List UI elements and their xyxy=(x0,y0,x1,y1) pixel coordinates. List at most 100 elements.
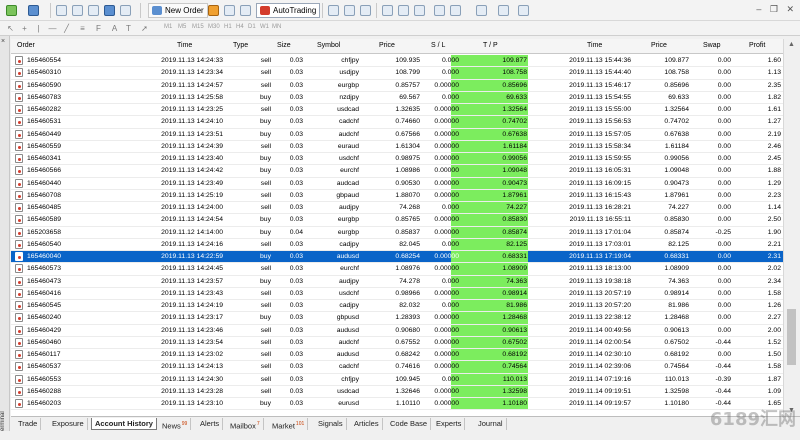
tab-signals[interactable]: Signals xyxy=(315,418,347,430)
restore-icon[interactable]: ❐ xyxy=(770,4,778,14)
vertical-line-icon[interactable]: | xyxy=(34,24,43,33)
table-row[interactable]: 165203658 2019.11.12 14:14:00 buy 0.04 eurgb… xyxy=(11,226,783,239)
profiles-icon[interactable] xyxy=(28,5,39,16)
table-row[interactable]: 165460460 2019.11.13 14:23:54 sell 0.03 audc… xyxy=(11,336,783,349)
col-header-close-time[interactable]: Time xyxy=(587,42,602,49)
tab-mailbox[interactable]: Mailbox7 xyxy=(227,418,264,431)
chart-shift-icon[interactable] xyxy=(434,5,445,16)
terminal-icon[interactable] xyxy=(104,5,115,16)
tab-articles[interactable]: Articles xyxy=(351,418,383,430)
table-row[interactable]: 165460537 2019.11.13 14:24:13 sell 0.03 cadc… xyxy=(11,361,783,374)
col-header-tp[interactable]: T / P xyxy=(483,42,498,49)
timeframe-mn[interactable]: MN xyxy=(272,24,281,30)
tab-trade[interactable]: Trade xyxy=(15,418,42,430)
cursor-icon[interactable]: ↖ xyxy=(6,24,15,33)
strategy-tester-icon[interactable] xyxy=(120,5,131,16)
horizontal-line-icon[interactable]: — xyxy=(48,24,57,33)
col-header-time[interactable]: Time xyxy=(177,42,192,49)
tab-exposure[interactable]: Exposure xyxy=(49,418,88,430)
candlesticks-icon[interactable] xyxy=(344,5,355,16)
crosshair-icon[interactable]: + xyxy=(20,24,29,33)
table-row[interactable]: 165460566 2019.11.13 14:24:42 buy 0.03 eurch… xyxy=(11,165,783,178)
table-row[interactable]: 165460240 2019.11.13 14:23:17 buy 0.03 gbpus… xyxy=(11,312,783,325)
table-row[interactable]: 165460545 2019.11.13 14:24:19 sell 0.03 cadj… xyxy=(11,300,783,313)
fibonacci-icon[interactable]: F xyxy=(94,24,103,33)
table-row[interactable]: 165460783 2019.11.13 14:25:58 buy 0.03 nzdjp… xyxy=(11,91,783,104)
timeframe-h4[interactable]: H4 xyxy=(236,24,244,30)
close-terminal-icon[interactable]: × xyxy=(1,38,5,45)
autoscroll-icon[interactable] xyxy=(450,5,461,16)
timeframe-m30[interactable]: M30 xyxy=(208,24,220,30)
table-row[interactable]: 165460573 2019.11.13 14:24:45 sell 0.03 eurc… xyxy=(11,263,783,276)
metaeditor-icon[interactable] xyxy=(208,5,219,16)
table-row[interactable]: 165460485 2019.11.13 14:24:00 sell 0.03 audj… xyxy=(11,202,783,215)
col-header-sl[interactable]: S / L xyxy=(431,42,445,49)
data-window-icon[interactable] xyxy=(72,5,83,16)
col-header-profit[interactable]: Profit xyxy=(749,42,765,49)
arrows-icon[interactable]: ➚ xyxy=(140,24,149,33)
table-row[interactable]: 165460589 2019.11.13 14:24:54 buy 0.03 eurgb… xyxy=(11,214,783,227)
templates-icon[interactable] xyxy=(518,5,529,16)
table-row[interactable]: 165460341 2019.11.13 14:23:40 buy 0.03 usdch… xyxy=(11,153,783,166)
tab-alerts[interactable]: Alerts xyxy=(197,418,224,430)
table-row[interactable]: 165460559 2019.11.13 14:24:39 sell 0.03 eura… xyxy=(11,140,783,153)
table-row[interactable]: 165460554 2019.11.13 14:24:33 sell 0.03 chfj… xyxy=(11,55,783,68)
trendline-icon[interactable]: ╱ xyxy=(62,24,71,33)
zoom-out-icon[interactable] xyxy=(398,5,409,16)
col-header-close-price[interactable]: Price xyxy=(651,42,667,49)
scroll-up-icon[interactable]: ▲ xyxy=(788,41,795,48)
tab-market[interactable]: Market101 xyxy=(269,418,309,431)
table-row[interactable]: 165460553 2019.11.13 14:24:30 sell 0.03 chfj… xyxy=(11,373,783,386)
col-header-price[interactable]: Price xyxy=(379,42,395,49)
navigator-icon[interactable] xyxy=(88,5,99,16)
table-row[interactable]: 165460282 2019.11.13 14:23:25 sell 0.03 usdc… xyxy=(11,104,783,117)
col-header-type[interactable]: Type xyxy=(233,42,248,49)
vps-icon[interactable] xyxy=(240,5,251,16)
tab-news[interactable]: News99 xyxy=(159,418,192,431)
timeframe-m1[interactable]: M1 xyxy=(164,24,172,30)
table-row[interactable]: 165460117 2019.11.13 14:23:02 sell 0.03 audu… xyxy=(11,349,783,362)
timeframe-w1[interactable]: W1 xyxy=(260,24,269,30)
col-header-order[interactable]: Order xyxy=(17,42,35,49)
new-chart-icon[interactable] xyxy=(6,5,17,16)
table-row[interactable]: 165460440 2019.11.13 14:23:49 sell 0.03 audc… xyxy=(11,177,783,190)
col-header-size[interactable]: Size xyxy=(277,42,291,49)
table-row[interactable]: 165460473 2019.11.13 14:23:57 buy 0.03 audjp… xyxy=(11,275,783,288)
minimize-icon[interactable]: – xyxy=(756,4,761,14)
tab-experts[interactable]: Experts xyxy=(433,418,466,430)
bar-chart-icon[interactable] xyxy=(328,5,339,16)
table-row[interactable]: 165460540 2019.11.13 14:24:16 sell 0.03 cadj… xyxy=(11,238,783,251)
table-row[interactable]: 165460590 2019.11.13 14:24:57 sell 0.03 eurg… xyxy=(11,79,783,92)
table-row[interactable]: 165460203 2019.11.13 14:23:10 buy 0.03 eurus… xyxy=(11,398,783,411)
timeframe-d1[interactable]: D1 xyxy=(248,24,256,30)
table-row[interactable]: 165460449 2019.11.13 14:23:51 buy 0.03 audch… xyxy=(11,128,783,141)
text-icon[interactable]: A xyxy=(110,24,119,33)
indicators-icon[interactable] xyxy=(476,5,487,16)
close-icon[interactable]: ✕ xyxy=(786,4,794,14)
periods-icon[interactable] xyxy=(498,5,509,16)
scrollbar-thumb[interactable] xyxy=(787,309,796,365)
col-header-swap[interactable]: Swap xyxy=(703,42,721,49)
table-row[interactable]: 165460429 2019.11.13 14:23:46 sell 0.03 audu… xyxy=(11,324,783,337)
timeframe-h1[interactable]: H1 xyxy=(224,24,232,30)
signals-icon[interactable] xyxy=(224,5,235,16)
table-row[interactable]: 165460040 2019.11.13 14:22:59 buy 0.03 audus… xyxy=(11,251,783,264)
table-row[interactable]: 165460416 2019.11.13 14:23:43 sell 0.03 usdc… xyxy=(11,287,783,300)
tab-code-base[interactable]: Code Base xyxy=(387,418,432,430)
timeframe-m5[interactable]: M5 xyxy=(178,24,186,30)
label-icon[interactable]: T xyxy=(124,24,133,33)
table-row[interactable]: 165460531 2019.11.13 14:24:10 buy 0.03 cadch… xyxy=(11,116,783,129)
col-header-symbol[interactable]: Symbol xyxy=(317,42,340,49)
timeframe-m15[interactable]: M15 xyxy=(192,24,204,30)
new-order-button[interactable]: New Order xyxy=(148,3,208,18)
autotrading-button[interactable]: AutoTrading xyxy=(256,3,321,18)
vertical-scrollbar[interactable]: ▲ ▼ xyxy=(783,39,800,416)
table-row[interactable]: 165460288 2019.11.13 14:23:28 sell 0.03 usdc… xyxy=(11,385,783,398)
channel-icon[interactable]: ≡ xyxy=(78,24,87,33)
tab-account-history[interactable]: Account History xyxy=(91,418,157,430)
table-row[interactable]: 165460708 2019.11.13 14:25:19 sell 0.03 gbpa… xyxy=(11,189,783,202)
table-row[interactable]: 165460310 2019.11.13 14:23:34 sell 0.03 usdj… xyxy=(11,67,783,80)
tab-journal[interactable]: Journal xyxy=(475,418,507,430)
tile-windows-icon[interactable] xyxy=(414,5,425,16)
line-chart-icon[interactable] xyxy=(360,5,371,16)
